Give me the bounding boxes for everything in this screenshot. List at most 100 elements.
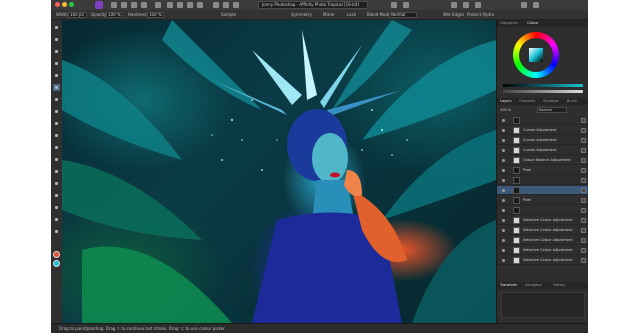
blend-mode-select[interactable]: Normal — [389, 12, 417, 18]
visibility-icon[interactable] — [502, 139, 505, 142]
visibility-icon[interactable] — [502, 179, 505, 182]
visibility-icon[interactable] — [502, 239, 505, 242]
gradient-tool-icon[interactable] — [53, 216, 60, 223]
close-window-button[interactable] — [55, 2, 60, 7]
layer-visibility-checkbox[interactable] — [581, 238, 586, 243]
tab-transform[interactable]: Transform — [500, 283, 517, 288]
document-canvas[interactable] — [62, 20, 496, 323]
layer-visibility-checkbox[interactable] — [581, 128, 586, 133]
layer-row[interactable]: Curves Adjustment — [497, 136, 588, 145]
layer-row[interactable]: Selective Colour Adjustment — [497, 226, 588, 235]
layer-visibility-checkbox[interactable] — [581, 148, 586, 153]
layer-row[interactable]: Selective Colour Adjustment — [497, 216, 588, 225]
arrange-icon[interactable] — [391, 2, 397, 8]
flood-select-icon[interactable] — [53, 72, 60, 79]
layer-visibility-checkbox[interactable] — [581, 258, 586, 263]
snapping-icon[interactable] — [403, 2, 409, 8]
erase-brush-icon[interactable] — [53, 96, 60, 103]
visibility-icon[interactable] — [502, 199, 505, 202]
layer-row[interactable] — [497, 186, 588, 195]
pen-tool-icon[interactable] — [53, 180, 60, 187]
auto-white-balance-icon[interactable] — [197, 2, 203, 8]
layer-row[interactable]: Selective Colour Adjustment — [497, 236, 588, 245]
opacity-field[interactable]: 100 % — [106, 12, 123, 18]
persona-develop-icon[interactable] — [131, 2, 137, 8]
persona-liquify-icon[interactable] — [121, 2, 127, 8]
layer-visibility-checkbox[interactable] — [581, 248, 586, 253]
move-tool-icon[interactable] — [53, 24, 60, 31]
quick-mask-icon[interactable] — [223, 2, 229, 8]
primary-colour-swatch[interactable] — [53, 251, 60, 258]
auto-colour-icon[interactable] — [187, 2, 193, 8]
paint-brush-icon[interactable] — [53, 84, 60, 91]
assistant-icon[interactable] — [451, 2, 457, 8]
layer-visibility-checkbox[interactable] — [581, 178, 586, 183]
visibility-icon[interactable] — [502, 119, 505, 122]
layer-opacity-value[interactable]: 100 % — [500, 107, 511, 113]
minimize-window-button[interactable] — [62, 2, 67, 7]
visibility-icon[interactable] — [502, 129, 505, 132]
layer-visibility-checkbox[interactable] — [581, 168, 586, 173]
clone-brush-icon[interactable] — [53, 120, 60, 127]
layer-visibility-checkbox[interactable] — [581, 118, 586, 123]
document-tab[interactable]: Jonny Photoshop - Affinity Photo Tropica… — [258, 1, 368, 9]
red-eye-icon[interactable] — [53, 168, 60, 175]
zoom-tool-icon[interactable] — [53, 228, 60, 235]
layer-row[interactable]: Curves Adjustment — [497, 146, 588, 155]
blemish-remover-icon[interactable] — [53, 156, 60, 163]
refine-selection-icon[interactable] — [233, 2, 239, 8]
visibility-icon[interactable] — [502, 229, 505, 232]
auto-levels-icon[interactable] — [167, 2, 173, 8]
layer-visibility-checkbox[interactable] — [581, 228, 586, 233]
tab-histogram[interactable]: Histogram — [500, 21, 518, 26]
zoom-window-button[interactable] — [69, 2, 74, 7]
selection-mode-icon[interactable] — [213, 2, 219, 8]
layer-visibility-checkbox[interactable] — [581, 218, 586, 223]
fill-tool-icon[interactable] — [53, 108, 60, 115]
layer-visibility-checkbox[interactable] — [581, 198, 586, 203]
tab-history[interactable]: History — [553, 283, 565, 288]
healing-brush-icon[interactable] — [53, 144, 60, 151]
transform-fields[interactable] — [501, 292, 585, 318]
visibility-icon[interactable] — [502, 219, 505, 222]
colour-wheel[interactable] — [513, 32, 559, 78]
layer-row[interactable]: Pixel — [497, 166, 588, 175]
split-view-icon[interactable] — [475, 2, 481, 8]
layer-visibility-checkbox[interactable] — [581, 188, 586, 193]
visibility-icon[interactable] — [502, 259, 505, 262]
visibility-icon[interactable] — [502, 159, 505, 162]
colour-picker-square[interactable] — [529, 48, 543, 62]
layer-blend-select[interactable]: Normal — [537, 107, 567, 113]
tab-colour[interactable]: Colour — [527, 21, 538, 26]
persona-photo-icon[interactable] — [111, 2, 117, 8]
visibility-icon[interactable] — [502, 249, 505, 252]
layer-row[interactable]: Pixel — [497, 196, 588, 205]
visibility-icon[interactable] — [502, 189, 505, 192]
layer-row[interactable] — [497, 176, 588, 185]
width-field[interactable]: 100 px — [68, 12, 87, 18]
dodge-brush-icon[interactable] — [53, 132, 60, 139]
tab-channels[interactable]: Channels — [519, 99, 535, 104]
tab-layers[interactable]: Layers — [500, 99, 512, 104]
fullscreen-icon[interactable] — [533, 2, 539, 8]
layer-visibility-checkbox[interactable] — [581, 158, 586, 163]
wet-edges-toggle[interactable]: Wet Edges — [443, 12, 464, 18]
text-tool-icon[interactable] — [53, 204, 60, 211]
crop-tool-icon[interactable] — [53, 48, 60, 55]
protect-alpha-toggle[interactable]: Protect Alpha — [467, 12, 494, 18]
persona-tone-map-icon[interactable] — [141, 2, 147, 8]
opacity-slider[interactable] — [503, 90, 583, 93]
layer-visibility-checkbox[interactable] — [581, 208, 586, 213]
toolbar-settings-icon[interactable] — [155, 2, 161, 8]
visibility-icon[interactable] — [502, 169, 505, 172]
visibility-icon[interactable] — [502, 149, 505, 152]
layer-row[interactable] — [497, 116, 588, 125]
auto-contrast-icon[interactable] — [177, 2, 183, 8]
hardness-field[interactable]: 100 % — [147, 12, 164, 18]
secondary-colour-swatch[interactable] — [53, 260, 60, 267]
colour-value-slider[interactable] — [503, 84, 583, 87]
view-mode-icon[interactable] — [463, 2, 469, 8]
selection-brush-icon[interactable] — [53, 60, 60, 67]
tab-shadows[interactable]: Shadows — [543, 99, 559, 104]
share-icon[interactable] — [521, 2, 527, 8]
